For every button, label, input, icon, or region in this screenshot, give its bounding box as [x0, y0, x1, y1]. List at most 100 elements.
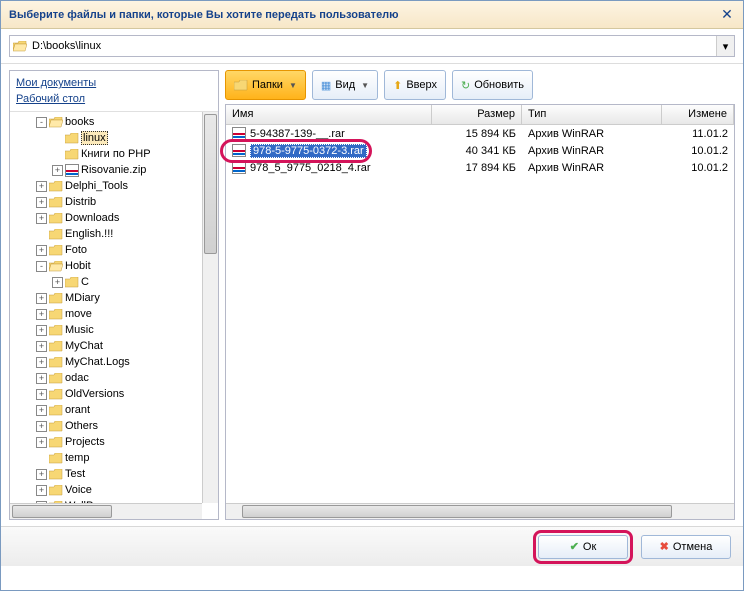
expand-icon[interactable]: +: [36, 197, 47, 208]
expand-icon[interactable]: +: [36, 309, 47, 320]
file-name: 978-5-9775-0372-3.rar: [250, 144, 367, 158]
expand-icon[interactable]: +: [36, 245, 47, 256]
tree-item[interactable]: -books: [12, 114, 216, 130]
expand-icon[interactable]: +: [36, 405, 47, 416]
header-modified[interactable]: Измене: [662, 105, 734, 124]
expand-icon[interactable]: +: [52, 165, 63, 176]
tree-item[interactable]: +C: [12, 274, 216, 290]
ok-highlight: ✔ Ок: [533, 530, 633, 564]
tree-item[interactable]: +MyChat: [12, 338, 216, 354]
file-row[interactable]: 5-94387-139-__.rar15 894 КБАрхив WinRAR1…: [226, 125, 734, 142]
expand-icon[interactable]: +: [36, 437, 47, 448]
tree-item[interactable]: +OldVersions: [12, 386, 216, 402]
refresh-button[interactable]: ↻ Обновить: [452, 70, 533, 100]
folder-icon: [49, 453, 63, 464]
dialog-footer: ✔ Ок ✖ Отмена: [1, 526, 743, 566]
tree-item[interactable]: +MDiary: [12, 290, 216, 306]
expand-icon[interactable]: +: [36, 293, 47, 304]
folder-icon: [49, 261, 63, 272]
tree-item[interactable]: +Voice: [12, 482, 216, 498]
path-input[interactable]: [30, 36, 716, 56]
tree-item[interactable]: +Delphi_Tools: [12, 178, 216, 194]
arrow-up-icon: ⬆: [393, 79, 402, 92]
expand-icon[interactable]: +: [36, 469, 47, 480]
expand-icon[interactable]: +: [36, 357, 47, 368]
file-modified: 10.01.2: [662, 161, 734, 175]
tree-item[interactable]: +Music: [12, 322, 216, 338]
file-row[interactable]: 978-5-9775-0372-3.rar40 341 КБАрхив WinR…: [226, 142, 734, 159]
close-icon[interactable]: ✕: [719, 7, 735, 23]
refresh-icon: ↻: [461, 79, 470, 92]
file-size: 40 341 КБ: [432, 144, 522, 158]
folder-icon: [65, 277, 79, 288]
collapse-icon[interactable]: -: [36, 117, 47, 128]
cancel-button[interactable]: ✖ Отмена: [641, 535, 731, 559]
folder-icon: [49, 181, 63, 192]
collapse-icon[interactable]: -: [36, 261, 47, 272]
up-button[interactable]: ⬆ Вверх: [384, 70, 446, 100]
tree-item-label: Downloads: [65, 212, 119, 224]
folder-icon: [49, 469, 63, 480]
expand-icon[interactable]: +: [36, 341, 47, 352]
window-title: Выберите файлы и папки, которые Вы хотит…: [9, 9, 719, 21]
folder-icon: [49, 245, 63, 256]
tree-item-label: odac: [65, 372, 89, 384]
tree-item[interactable]: + Risovanie.zip: [12, 162, 216, 178]
tree-item[interactable]: Книги по PHP: [12, 146, 216, 162]
tree-item[interactable]: English.!!!: [12, 226, 216, 242]
expand-icon[interactable]: +: [36, 389, 47, 400]
titlebar: Выберите файлы и папки, которые Вы хотит…: [1, 1, 743, 29]
tree-item[interactable]: +orant: [12, 402, 216, 418]
header-type[interactable]: Тип: [522, 105, 662, 124]
tree-item[interactable]: + Distrib: [12, 194, 216, 210]
tree-item[interactable]: +Others: [12, 418, 216, 434]
folder-icon: [49, 309, 63, 320]
ok-button[interactable]: ✔ Ок: [538, 535, 628, 559]
file-hscroll[interactable]: [226, 503, 734, 519]
expand-icon[interactable]: +: [36, 485, 47, 496]
folder-icon: [49, 325, 63, 336]
folder-icon: [49, 213, 63, 224]
archive-icon: [232, 161, 246, 174]
header-size[interactable]: Размер: [432, 105, 522, 124]
folders-button[interactable]: Папки▼: [225, 70, 306, 100]
tree-item[interactable]: -Hobit: [12, 258, 216, 274]
folder-icon: [49, 229, 63, 240]
tree-item-label: C: [81, 276, 89, 288]
tree-item-label: Risovanie.zip: [81, 164, 146, 176]
tree-item[interactable]: +Foto: [12, 242, 216, 258]
tree-item[interactable]: +Test: [12, 466, 216, 482]
column-headers[interactable]: Имя Размер Тип Измене: [226, 105, 734, 125]
expand-icon[interactable]: +: [52, 277, 63, 288]
tree-item[interactable]: +MyChat.Logs: [12, 354, 216, 370]
expand-icon[interactable]: +: [36, 373, 47, 384]
tree-item[interactable]: +Projects: [12, 434, 216, 450]
x-icon: ✖: [660, 540, 669, 553]
file-modified: 10.01.2: [662, 144, 734, 158]
expand-icon[interactable]: +: [36, 421, 47, 432]
tree-hscroll[interactable]: [10, 503, 202, 519]
view-button[interactable]: ▦ Вид▼: [312, 70, 378, 100]
tree-item[interactable]: +move: [12, 306, 216, 322]
folder-icon: [234, 80, 248, 91]
folder-tree[interactable]: -bookslinuxКниги по PHP + Risovanie.zip +De…: [10, 112, 218, 519]
tree-item-label: English.!!!: [65, 228, 113, 240]
tree-item-label: Distrib: [65, 196, 96, 208]
my-documents-link[interactable]: Мои документы: [16, 75, 212, 91]
file-row[interactable]: 978_5_9775_0218_4.rar17 894 КБАрхив WinR…: [226, 159, 734, 176]
file-list-area: Имя Размер Тип Измене 5-94387-139-__.rar…: [225, 104, 735, 520]
tree-item[interactable]: temp: [12, 450, 216, 466]
folder-icon: [65, 133, 79, 144]
expand-icon[interactable]: +: [36, 325, 47, 336]
file-list[interactable]: 5-94387-139-__.rar15 894 КБАрхив WinRAR1…: [226, 125, 734, 503]
tree-item[interactable]: linux: [12, 130, 216, 146]
tree-item[interactable]: + Downloads: [12, 210, 216, 226]
desktop-link[interactable]: Рабочий стол: [16, 91, 212, 107]
tree-item[interactable]: + odac: [12, 370, 216, 386]
tree-item-label: temp: [65, 452, 89, 464]
tree-vscroll[interactable]: [202, 112, 218, 503]
header-name[interactable]: Имя: [226, 105, 432, 124]
expand-icon[interactable]: +: [36, 181, 47, 192]
path-dropdown[interactable]: ▾: [716, 36, 734, 56]
expand-icon[interactable]: +: [36, 213, 47, 224]
